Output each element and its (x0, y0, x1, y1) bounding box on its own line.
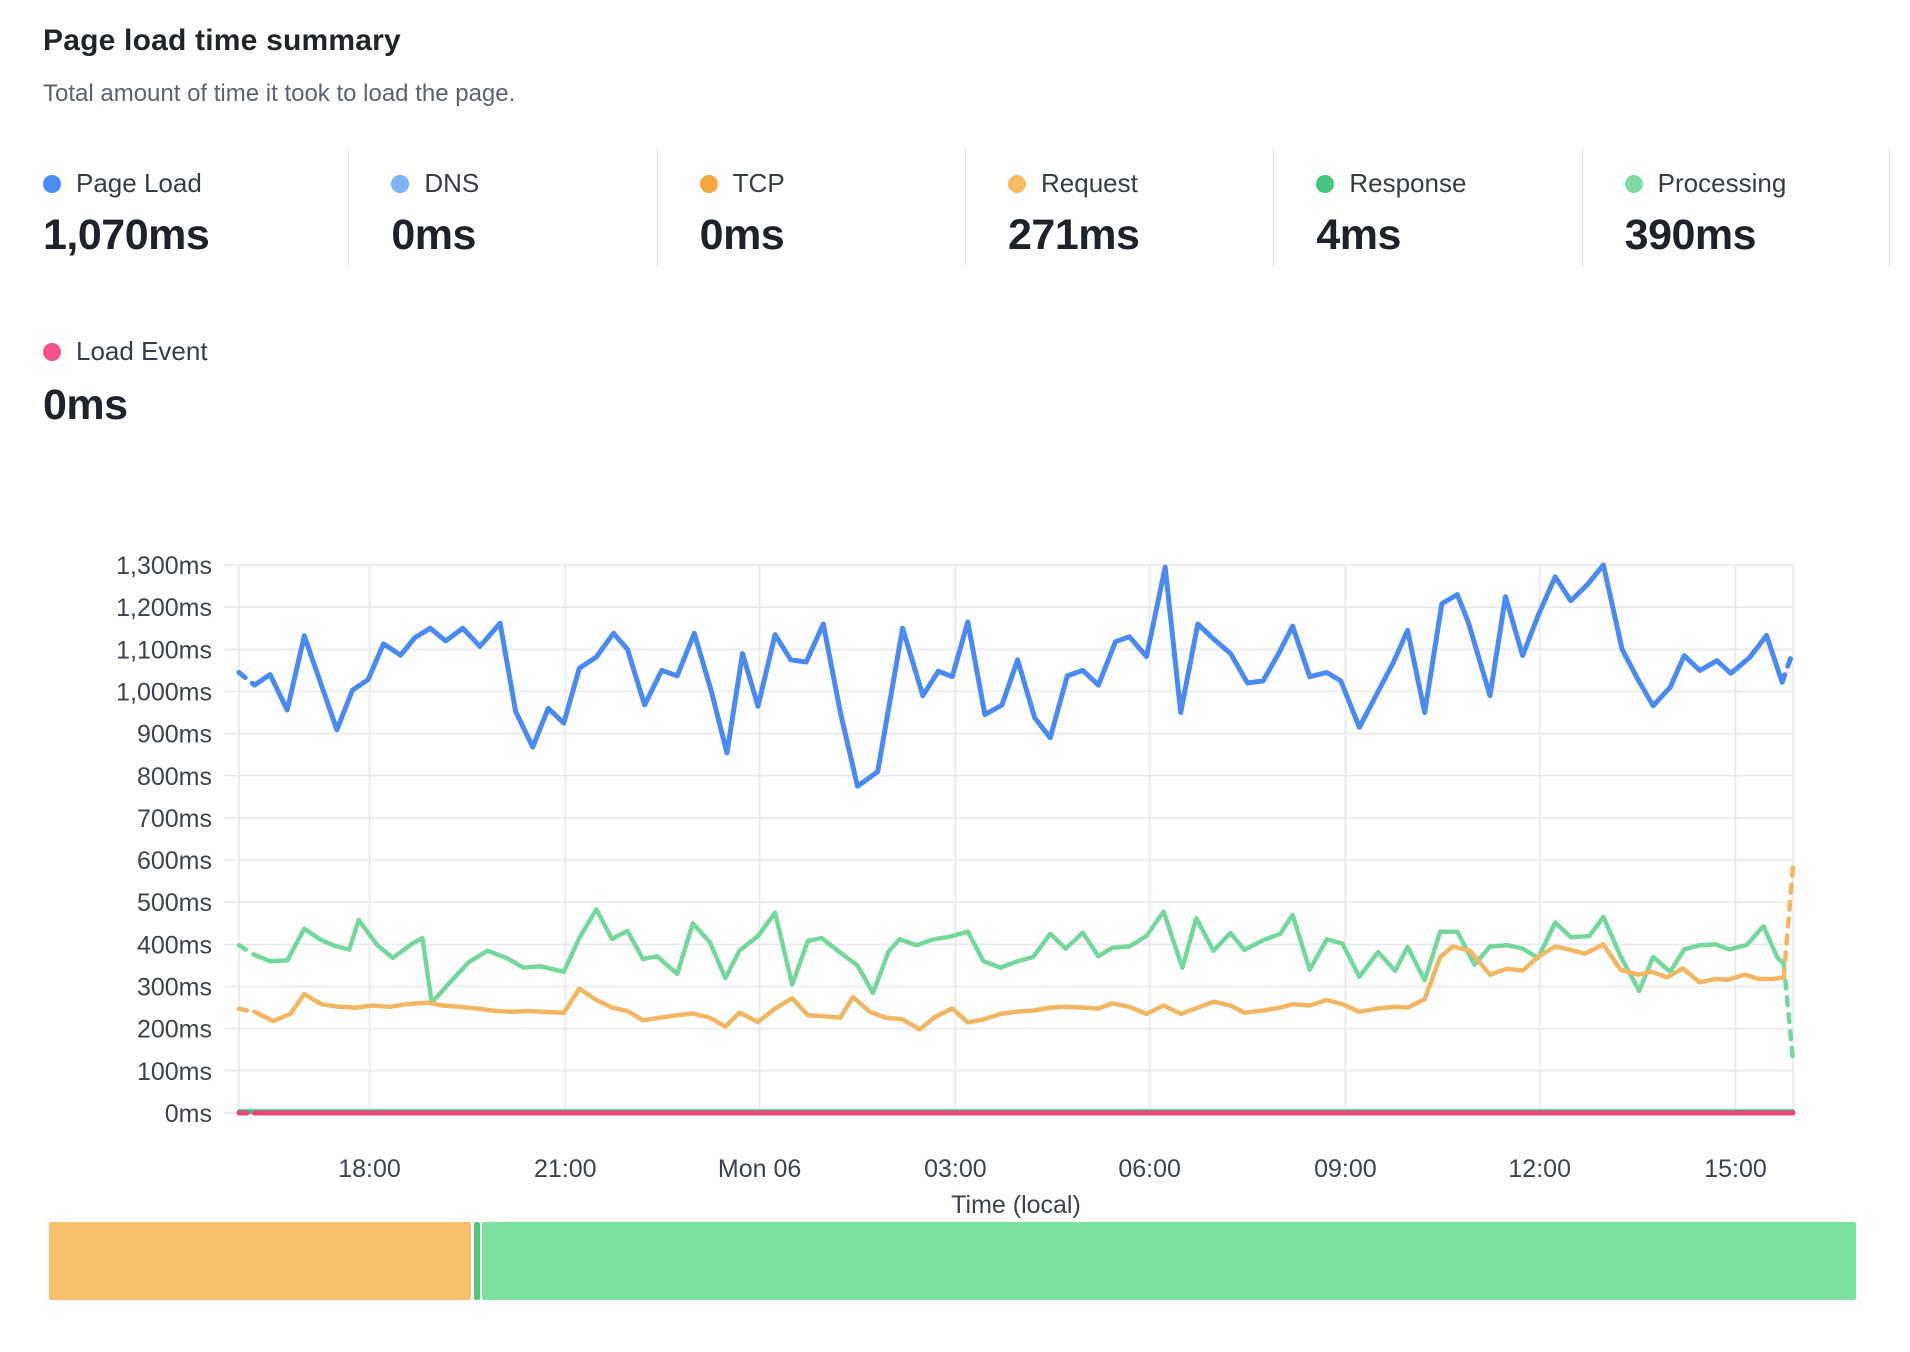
series-line-page-load (239, 673, 255, 686)
series-line-processing (239, 945, 255, 955)
dns-legend-dot (391, 175, 409, 193)
x-axis-label: 12:00 (1508, 1155, 1571, 1183)
status-segment-warning-period[interactable] (49, 1222, 471, 1300)
stat-value: 0ms (391, 211, 656, 260)
response-legend-dot (1316, 175, 1334, 193)
x-axis-label: 03:00 (924, 1155, 987, 1183)
stat-value: 0ms (700, 211, 965, 260)
y-axis-label: 100ms (137, 1058, 212, 1086)
stat-label: TCP (733, 168, 785, 199)
stat-response[interactable]: Response 4ms (1273, 148, 1581, 266)
y-axis-label: 500ms (137, 889, 212, 917)
stat-processing[interactable]: Processing 390ms (1582, 148, 1890, 266)
x-axis-label: 15:00 (1704, 1155, 1767, 1183)
page-load-legend-dot (43, 175, 61, 193)
y-axis-label: 1,200ms (116, 594, 212, 622)
x-axis-label: 06:00 (1118, 1155, 1181, 1183)
page-title: Page load time summary (43, 24, 401, 58)
page-subtitle: Total amount of time it took to load the… (43, 80, 515, 108)
stat-label: Page Load (76, 168, 202, 199)
processing-legend-dot (1625, 175, 1643, 193)
stat-request[interactable]: Request 271ms (965, 148, 1273, 266)
stat-value: 1,070ms (43, 211, 348, 260)
y-axis-label: 1,300ms (116, 552, 212, 580)
x-axis-title: Time (local) (951, 1191, 1081, 1219)
stat-label: Request (1041, 168, 1138, 199)
status-segment-ok-period[interactable] (482, 1222, 1856, 1300)
stat-value: 271ms (1008, 211, 1273, 260)
stat-page-load[interactable]: Page Load 1,070ms (40, 148, 348, 266)
load-event-legend-dot (43, 343, 61, 361)
tcp-legend-dot (700, 175, 718, 193)
x-axis-label: 09:00 (1314, 1155, 1377, 1183)
y-axis-label: 300ms (137, 974, 212, 1002)
load-time-chart[interactable]: 0ms 100ms 200ms 300ms 400ms 500ms 600ms 700ms 80… (0, 540, 1910, 1220)
status-timeline-bar[interactable] (49, 1222, 1856, 1300)
y-axis-label: 1,100ms (116, 636, 212, 664)
stat-label: Load Event (76, 336, 208, 367)
metric-summary-row: Page Load 1,070ms DNS 0ms TCP 0ms Reques… (40, 148, 1890, 266)
y-axis-label: 200ms (137, 1016, 212, 1044)
stat-value: 390ms (1625, 211, 1889, 260)
load-time-chart-svg[interactable]: 0ms 100ms 200ms 300ms 400ms 500ms 600ms 700ms 80… (0, 540, 1910, 1220)
x-axis-label: 21:00 (534, 1155, 597, 1183)
y-axis-label: 1,000ms (116, 679, 212, 707)
stat-tcp[interactable]: TCP 0ms (657, 148, 965, 266)
stat-label: Processing (1658, 168, 1787, 199)
y-axis-label: 800ms (137, 763, 212, 791)
stat-dns[interactable]: DNS 0ms (348, 148, 656, 266)
request-legend-dot (1008, 175, 1026, 193)
y-axis-label: 600ms (137, 847, 212, 875)
stat-label: Response (1349, 168, 1466, 199)
series-line-request (1784, 866, 1793, 977)
stat-label: DNS (424, 168, 479, 199)
x-axis-label: Mon 06 (718, 1155, 801, 1183)
x-axis-label: 18:00 (338, 1155, 401, 1183)
y-axis-label: 900ms (137, 721, 212, 749)
series-line-processing (255, 909, 1784, 1002)
y-axis-label: 700ms (137, 805, 212, 833)
status-segment-divider-ok[interactable] (474, 1222, 480, 1300)
series-line-page-load (255, 565, 1783, 786)
stat-value: 0ms (43, 381, 208, 430)
series-line-request (239, 1009, 255, 1012)
stat-value: 4ms (1316, 211, 1581, 260)
series-line-page-load (1782, 651, 1793, 682)
y-axis-label: 0ms (165, 1100, 212, 1128)
stat-load-event[interactable]: Load Event 0ms (43, 336, 208, 430)
y-axis-label: 400ms (137, 931, 212, 959)
